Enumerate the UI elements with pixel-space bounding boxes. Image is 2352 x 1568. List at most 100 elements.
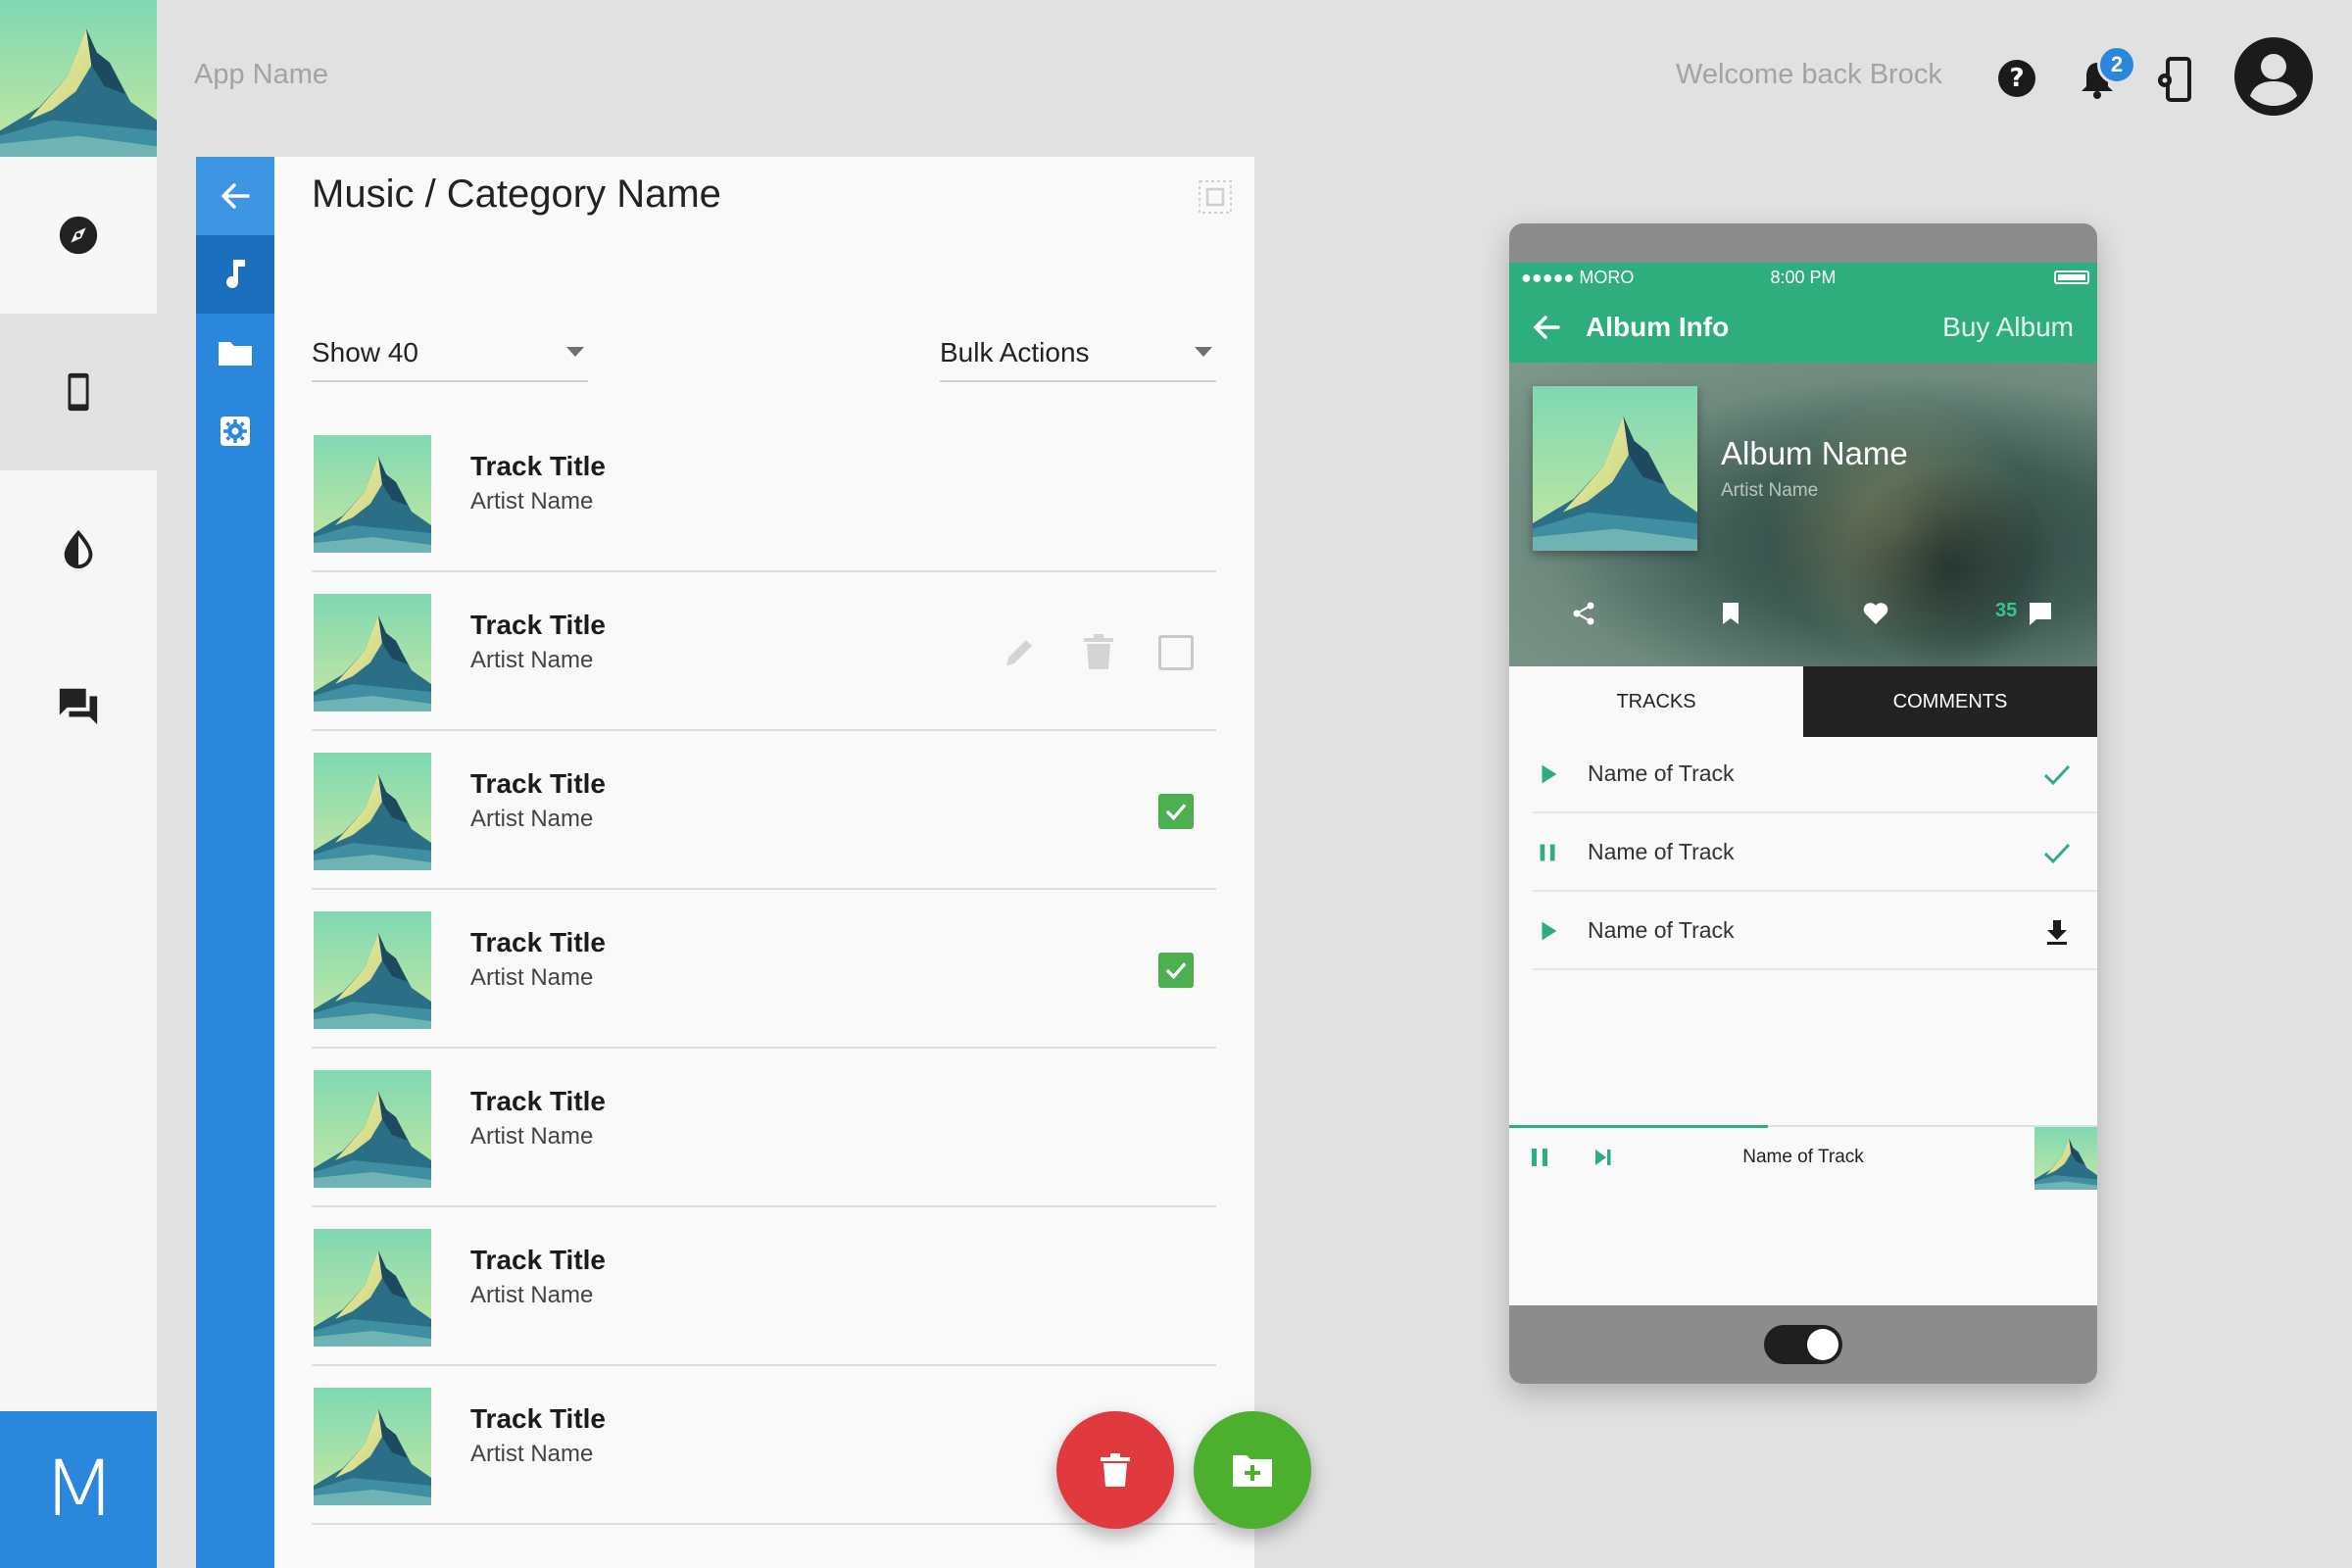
device-settings-button[interactable] [2154, 57, 2193, 102]
track-state[interactable] [1533, 915, 1564, 947]
play-icon[interactable] [1535, 760, 1562, 788]
nav-item-theme[interactable] [0, 470, 157, 627]
svg-text:?: ? [2009, 64, 2024, 93]
phone-screen: ●●●●● MORO 8:00 PM Album Info Buy Album … [1509, 263, 2097, 1305]
edit-button[interactable] [1000, 631, 1041, 672]
phone-track-row[interactable]: Name of Track [1533, 894, 2097, 970]
track-artist: Artist Name [470, 1123, 594, 1150]
phone-icon [68, 372, 89, 412]
bulk-actions-value: Bulk Actions [940, 337, 1090, 368]
status-time: 8:00 PM [1770, 268, 1837, 287]
track-artist: Artist Name [470, 964, 594, 991]
phone-track-name: Name of Track [1588, 760, 1735, 786]
track-status [2040, 837, 2074, 870]
track-artist: Artist Name [470, 488, 594, 514]
fullscreen-button[interactable] [1198, 179, 1233, 215]
comment-count: 35 [1995, 600, 2018, 621]
bookmark-button[interactable] [1715, 598, 1746, 629]
chevron-down-icon [1195, 347, 1212, 357]
sub-nav [196, 157, 274, 1568]
welcome-message: Welcome back Brock [1676, 59, 1942, 90]
back-arrow-icon [221, 183, 250, 209]
track-row[interactable]: Track Title Artist Name [312, 890, 1216, 1049]
checkmark-icon [2043, 843, 2071, 864]
droplet-icon [64, 529, 93, 569]
settings-icon [220, 416, 250, 446]
share-button[interactable] [1568, 598, 1599, 629]
track-state[interactable] [1533, 837, 1564, 868]
track-row[interactable]: Track Title Artist Name [312, 731, 1216, 890]
tab-tracks[interactable]: TRACKS [1509, 666, 1803, 737]
download-icon[interactable] [2042, 917, 2072, 947]
add-folder-fab[interactable] [1194, 1411, 1311, 1529]
toggle-knob [1807, 1329, 1838, 1360]
subnav-folders[interactable] [196, 314, 274, 392]
row-checkbox[interactable] [1158, 794, 1194, 829]
nav-item-mobile[interactable] [0, 314, 157, 470]
folder-icon [219, 342, 252, 366]
fullscreen-icon [1199, 180, 1232, 214]
account-icon [2234, 37, 2313, 116]
phone-track-name: Name of Track [1588, 839, 1735, 864]
chevron-down-icon [566, 347, 584, 357]
comments-button[interactable] [2025, 598, 2056, 629]
delete-fab[interactable] [1056, 1411, 1174, 1529]
player-track-name: Name of Track [1742, 1147, 1864, 1167]
row-checkbox[interactable] [1158, 635, 1194, 670]
subnav-music[interactable] [196, 235, 274, 314]
app-name: App Name [194, 59, 329, 90]
brand-tile[interactable]: M [0, 1411, 157, 1568]
nav-item-explore[interactable] [0, 157, 157, 314]
phone-track-row[interactable]: Name of Track [1533, 737, 2097, 813]
track-state[interactable] [1533, 759, 1564, 790]
track-artist: Artist Name [470, 806, 594, 832]
trash-icon [1084, 634, 1113, 669]
help-button[interactable]: ? [1997, 59, 2036, 98]
track-artist: Artist Name [470, 647, 594, 673]
track-status [2040, 915, 2074, 949]
track-artist: Artist Name [470, 1282, 594, 1308]
delete-button[interactable] [1078, 631, 1119, 672]
player-progress[interactable] [1509, 1125, 1768, 1128]
bulk-actions-select[interactable]: Bulk Actions [940, 333, 1216, 382]
track-row[interactable]: Track Title Artist Name [312, 572, 1216, 731]
track-thumbnail [314, 1388, 431, 1505]
pencil-icon [1006, 640, 1032, 665]
battery-icon [2054, 270, 2089, 284]
user-avatar[interactable] [2234, 37, 2313, 116]
subnav-settings[interactable] [196, 392, 274, 470]
album-name: Album Name [1721, 435, 1908, 471]
track-title: Track Title [470, 610, 607, 640]
notification-badge: 2 [2097, 45, 2136, 84]
track-title: Track Title [470, 451, 607, 481]
track-title: Track Title [470, 1086, 607, 1116]
device-toggle[interactable] [1764, 1325, 1842, 1364]
comment-icon [2030, 603, 2051, 625]
buy-album-button[interactable]: Buy Album [1942, 312, 2074, 343]
checkmark-icon [2043, 764, 2071, 786]
track-thumbnail [314, 753, 431, 870]
pause-icon[interactable] [1535, 839, 1562, 866]
track-title: Track Title [470, 768, 607, 799]
track-title: Track Title [470, 927, 607, 957]
back-arrow-icon[interactable] [1531, 312, 1562, 343]
nav-item-messages[interactable] [0, 627, 157, 784]
back-button[interactable] [196, 157, 274, 235]
share-icon [1573, 602, 1594, 625]
page-size-select[interactable]: Show 40 [312, 333, 588, 382]
phone-track-name: Name of Track [1588, 917, 1735, 943]
track-title: Track Title [470, 1245, 607, 1275]
track-row[interactable]: Track Title Artist Name [312, 414, 1216, 572]
heart-icon [1863, 603, 1888, 624]
track-row[interactable]: Track Title Artist Name [312, 1049, 1216, 1207]
tab-comments[interactable]: COMMENTS [1803, 666, 2097, 737]
album-hero: Album Name Artist Name 35 [1509, 363, 2097, 666]
track-row[interactable]: Track Title Artist Name [312, 1207, 1216, 1366]
phone-title: Album Info [1586, 312, 1730, 342]
play-icon[interactable] [1535, 917, 1562, 945]
phone-track-row[interactable]: Name of Track [1533, 815, 2097, 892]
chat-icon [59, 688, 98, 725]
like-button[interactable] [1860, 598, 1891, 629]
row-checkbox[interactable] [1158, 953, 1194, 988]
app-logo[interactable] [0, 0, 157, 157]
